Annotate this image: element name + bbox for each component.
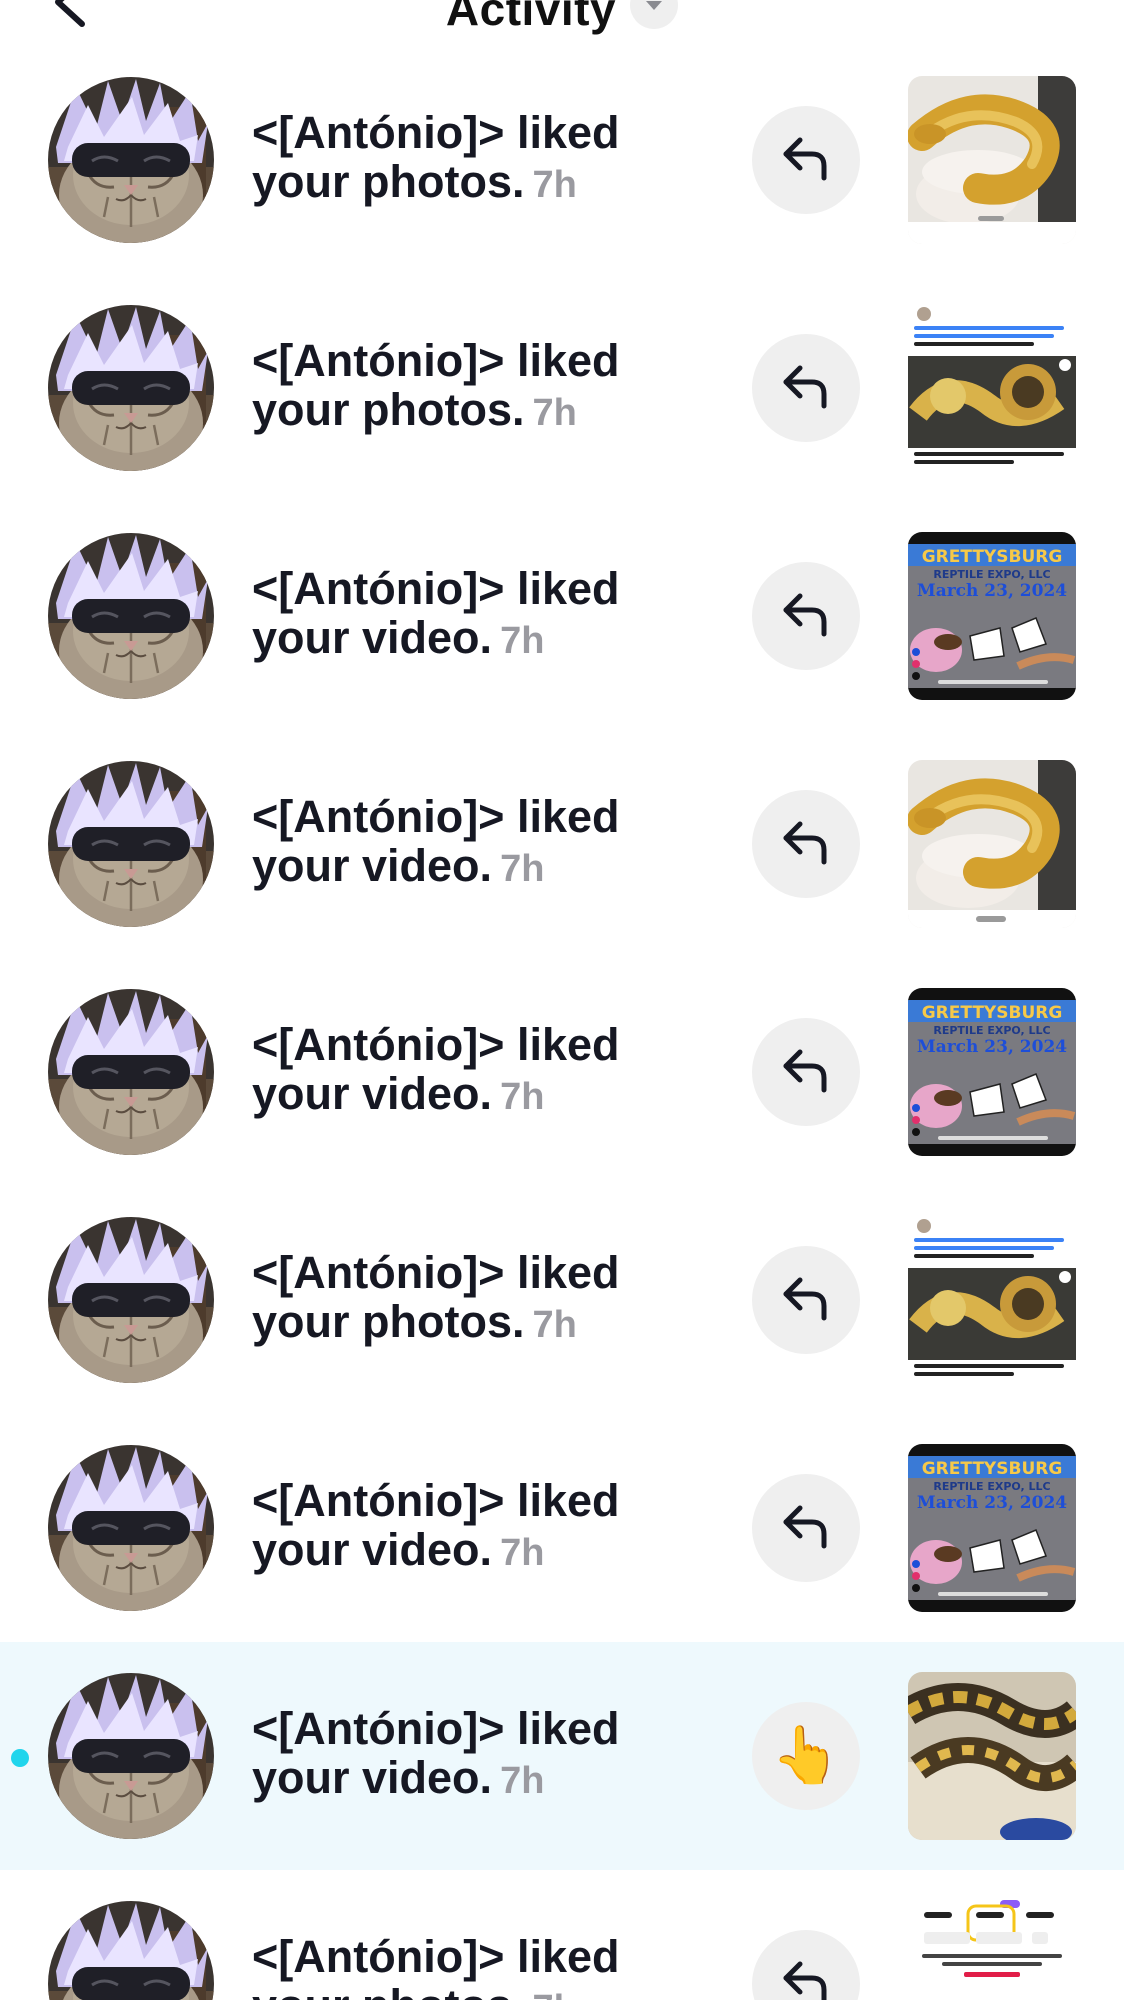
- post-thumbnail[interactable]: [908, 760, 1076, 928]
- reply-button[interactable]: [752, 790, 860, 898]
- notification-time: 7h: [500, 620, 545, 662]
- page-title: Activity: [445, 0, 617, 35]
- notification-message: <[António]> liked your video.: [252, 563, 620, 663]
- notification-text[interactable]: <[António]> liked your photos.7h: [252, 1932, 672, 2000]
- avatar[interactable]: [48, 1445, 214, 1611]
- post-thumbnail[interactable]: [908, 1216, 1076, 1384]
- notification-text[interactable]: <[António]> liked your photos.7h: [252, 1248, 672, 1350]
- notification-row[interactable]: <[António]> liked your photos.7h: [0, 46, 1124, 274]
- notification-time: 7h: [532, 1304, 577, 1346]
- avatar[interactable]: [48, 761, 214, 927]
- notification-text[interactable]: <[António]> liked your photos.7h: [252, 336, 672, 438]
- page-title-wrap[interactable]: Activity: [0, 0, 1124, 36]
- notification-message: <[António]> liked your video.: [252, 1703, 620, 1803]
- notification-row[interactable]: <[António]> liked your video. 7h: [0, 730, 1124, 958]
- reply-icon: [778, 1498, 834, 1559]
- post-thumbnail[interactable]: GRETTYSBURG REPTILE EXPO, LLC March 23, …: [908, 988, 1076, 1156]
- notification-row[interactable]: <[António]> liked your video. 7h GRETTYSB…: [0, 958, 1124, 1186]
- notification-message: <[António]> liked your video.: [252, 1019, 620, 1119]
- notification-time: 7h: [532, 392, 577, 434]
- post-thumbnail[interactable]: [908, 1672, 1076, 1840]
- reply-icon: [778, 1270, 834, 1331]
- notification-message: <[António]> liked your video.: [252, 791, 620, 891]
- notification-time: 7h: [532, 1988, 576, 2000]
- notification-text[interactable]: <[António]> liked your video. 7h: [252, 1020, 672, 1122]
- avatar[interactable]: [48, 1673, 214, 1839]
- notification-text[interactable]: <[António]> liked your video. 7h: [252, 564, 672, 666]
- notification-row[interactable]: <[António]> liked your photos.7h: [0, 1870, 1124, 2000]
- avatar[interactable]: [48, 77, 214, 243]
- avatar[interactable]: [48, 989, 214, 1155]
- notification-text[interactable]: <[António]> liked your video. 7h: [252, 1476, 672, 1578]
- avatar[interactable]: [48, 1217, 214, 1383]
- reply-icon: [778, 814, 834, 875]
- avatar[interactable]: [48, 533, 214, 699]
- chevron-down-icon: [646, 0, 663, 10]
- reply-button[interactable]: [752, 562, 860, 670]
- reply-icon: [778, 1042, 834, 1103]
- notification-row[interactable]: <[António]> liked your photos.7h: [0, 274, 1124, 502]
- svg-text:REPTILE EXPO, LLC: REPTILE EXPO, LLC: [933, 1480, 1050, 1493]
- svg-text:REPTILE EXPO, LLC: REPTILE EXPO, LLC: [933, 568, 1050, 581]
- reply-button[interactable]: [752, 106, 860, 214]
- svg-text:GRETTYSBURG: GRETTYSBURG: [922, 1459, 1063, 1479]
- post-thumbnail[interactable]: [908, 304, 1076, 472]
- notification-row[interactable]: <[António]> liked your video. 7h 👆: [0, 1642, 1124, 1870]
- notification-row[interactable]: <[António]> liked your photos.7h: [0, 1186, 1124, 1414]
- post-thumbnail[interactable]: GRETTYSBURG REPTILE EXPO, LLC March 23, …: [908, 532, 1076, 700]
- notification-text[interactable]: <[António]> liked your photos.7h: [252, 108, 672, 210]
- reply-icon: [778, 586, 834, 647]
- svg-text:GRETTYSBURG: GRETTYSBURG: [922, 1003, 1063, 1023]
- reply-icon: [778, 130, 834, 191]
- notification-row[interactable]: <[António]> liked your video. 7h GRETTYSB…: [0, 1414, 1124, 1642]
- notification-text[interactable]: <[António]> liked your video. 7h: [252, 1704, 672, 1806]
- post-thumbnail[interactable]: [908, 1900, 1076, 2000]
- avatar[interactable]: [48, 305, 214, 471]
- svg-text:March 23, 2024: March 23, 2024: [917, 581, 1067, 601]
- avatar[interactable]: [48, 1901, 214, 2000]
- post-thumbnail[interactable]: [908, 76, 1076, 244]
- header: Activity: [0, 0, 1124, 50]
- title-dropdown[interactable]: [630, 0, 679, 29]
- svg-text:GRETTYSBURG: GRETTYSBURG: [922, 547, 1063, 567]
- notification-time: 7h: [500, 848, 545, 890]
- wave-hand-icon: 👆: [771, 1723, 841, 1788]
- notification-row[interactable]: <[António]> liked your video. 7h GRETTYSB…: [0, 502, 1124, 730]
- notification-time: 7h: [500, 1532, 545, 1574]
- post-thumbnail[interactable]: GRETTYSBURG REPTILE EXPO, LLC March 23, …: [908, 1444, 1076, 1612]
- svg-text:REPTILE EXPO, LLC: REPTILE EXPO, LLC: [933, 1024, 1050, 1037]
- wave-button[interactable]: 👆: [752, 1702, 860, 1810]
- notification-text[interactable]: <[António]> liked your video. 7h: [252, 792, 672, 894]
- reply-icon: [778, 1954, 834, 2000]
- reply-button[interactable]: [752, 1474, 860, 1582]
- reply-button[interactable]: [752, 1246, 860, 1354]
- reply-button[interactable]: [752, 1018, 860, 1126]
- notification-time: 7h: [500, 1760, 545, 1802]
- notification-time: 7h: [500, 1076, 545, 1118]
- reply-button[interactable]: [752, 334, 860, 442]
- notification-time: 7h: [532, 164, 577, 206]
- reply-button[interactable]: [752, 1930, 860, 2000]
- unread-dot: [11, 1749, 29, 1767]
- reply-icon: [778, 358, 834, 419]
- svg-text:March 23, 2024: March 23, 2024: [917, 1493, 1067, 1513]
- notification-message: <[António]> liked your video.: [252, 1475, 620, 1575]
- svg-text:March 23, 2024: March 23, 2024: [917, 1037, 1067, 1057]
